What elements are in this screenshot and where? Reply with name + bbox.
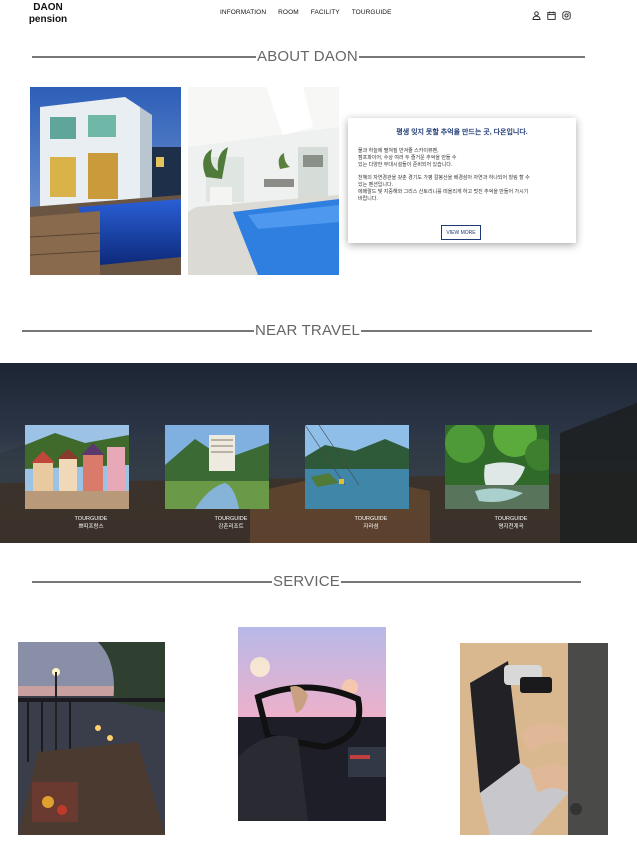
tour-label-3: TOURGUIDE 자라섬 [319,515,423,531]
tour-label-4: TOURGUIDE 명지천계곡 [459,515,563,531]
main-nav: INFORMATION ROOM FACILITY TOURGUIDE [220,9,404,16]
service-image-laptop-work [460,643,608,835]
about-paragraph-1: 물과 하늘에 펼쳐질 반겨줄 스카이뷰펜, 캠프파이어, 수상 여러 두 즐거운… [358,148,568,169]
tour-thumb-petite-france[interactable] [25,425,129,509]
nav-item-room[interactable]: ROOM [278,9,299,16]
about-section-title: ABOUT DAON [32,48,585,65]
nav-item-tourguide[interactable]: TOURGUIDE [352,9,392,16]
site-logo[interactable]: DAON pension [28,2,68,26]
tour-tag: TOURGUIDE [494,516,528,522]
about-title-text: ABOUT DAON [257,48,358,65]
title-rule-right [340,580,581,583]
instagram-icon[interactable] [562,7,571,20]
tour-label-1: TOURGUIDE 쁘띠프랑스 [39,515,143,531]
tour-label-2: TOURGUIDE 강촌리조트 [179,515,283,531]
about-paragraph-2: 천혜의 자연경관을 갖춘 경기도 가평 칼봉산을 배경삼아 자연과 하나되어 힐… [358,175,568,203]
about-p2-line-3: 에메랄드 빛 지중해와 그리스 산토리니를 떠올리게 하고 멋진 추억을 만들어… [358,189,529,195]
tour-tag: TOURGUIDE [214,516,248,522]
logo-line-1: DAON [33,2,63,13]
title-rule-left [32,55,256,58]
about-p1-line-1: 물과 하늘에 펼쳐질 반겨줄 스카이뷰펜, [358,148,439,154]
about-card-heading: 평생 잊지 못할 추억을 만드는 곳, 다온입니다. [396,129,528,136]
near-travel-section-title: NEAR TRAVEL [22,322,593,339]
service-section-title: SERVICE [32,573,581,590]
tour-tag: TOURGUIDE [354,516,388,522]
service-image-driving [238,627,386,821]
tour-thumb-gangchon-resort[interactable] [165,425,269,509]
title-rule-left [32,580,272,583]
view-more-button[interactable]: VIEW MORE [441,225,481,240]
tour-thumb-jaraseom[interactable] [305,425,409,509]
tour-name: 명지천계곡 [498,524,524,530]
about-p2-line-4: 바랍니다. [358,196,378,202]
nav-item-information[interactable]: INFORMATION [220,9,266,16]
service-image-terrace-bbq [18,642,165,835]
service-title-text: SERVICE [273,573,340,590]
title-rule-left [22,329,254,332]
calendar-icon[interactable] [547,7,556,20]
about-p1-line-3: 있는 다양한 부대시설들이 준비되어 있습니다. [358,162,453,168]
header-icons [532,7,571,20]
about-p2-line-1: 천혜의 자연경관을 갖춘 경기도 가평 칼봉산을 배경삼아 자연과 하나되어 힐… [358,175,530,181]
nav-item-facility[interactable]: FACILITY [311,9,340,16]
tour-name: 자라섬 [363,524,379,530]
about-p1-line-2: 캠프파이어, 수상 여러 두 즐거운 추억을 만들 수 [358,155,457,161]
tour-thumb-myeongjicheon-valley[interactable] [445,425,549,509]
site-header: DAON pension INFORMATION ROOM FACILITY T… [0,0,637,28]
about-card-body: 물과 하늘에 펼쳐질 반겨줄 스카이뷰펜, 캠프파이어, 수상 여러 두 즐거운… [358,148,568,209]
near-travel-title-text: NEAR TRAVEL [255,322,361,339]
about-image-indoor-pool [188,87,339,275]
title-rule-right [358,55,585,58]
about-image-exterior [30,87,181,275]
title-rule-right [361,329,593,332]
about-p2-line-2: 있는 펜션입니다. [358,182,393,188]
user-icon[interactable] [532,7,541,20]
tour-name: 강촌리조트 [218,524,244,530]
tour-tag: TOURGUIDE [74,516,108,522]
logo-line-2: pension [28,14,68,25]
tour-name: 쁘띠프랑스 [78,524,104,530]
